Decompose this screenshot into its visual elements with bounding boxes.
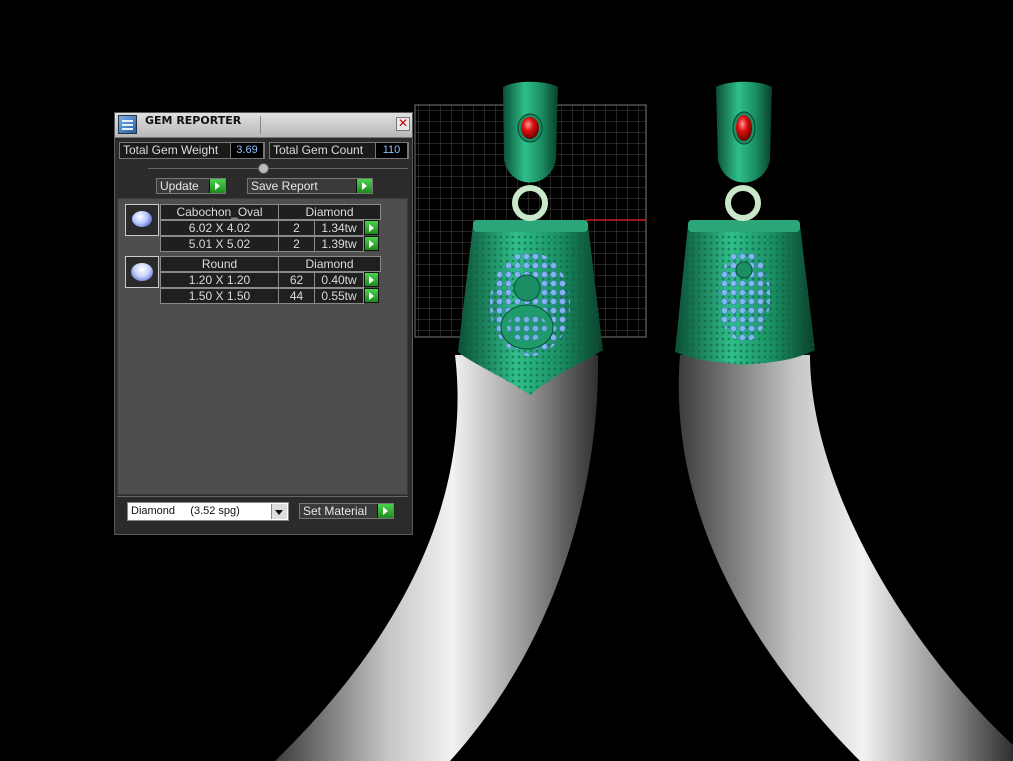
gem-reporter-panel: GEM REPORTER ✕ Total Gem Weight 3.69 Tot…	[114, 112, 413, 535]
gem-size: 1.50 X 1.50	[160, 288, 279, 304]
select-gems-go-button[interactable]	[364, 236, 379, 251]
set-material-button-label: Set Material	[303, 504, 368, 518]
chevron-down-icon[interactable]	[271, 504, 287, 519]
set-material-go-icon	[377, 504, 393, 518]
panel-splitter-handle[interactable]	[258, 163, 269, 174]
gem-count: 2	[278, 220, 315, 236]
window-title: GEM REPORTER	[145, 114, 242, 127]
gem-size: 6.02 X 4.02	[160, 220, 279, 236]
gem-material-label: Diamond	[278, 204, 381, 220]
save-report-go-icon	[356, 179, 372, 193]
material-select-value: Diamond (3.52 spg)	[131, 505, 240, 517]
bottom-separator	[117, 496, 408, 497]
save-report-button-label: Save Report	[251, 179, 318, 193]
close-button[interactable]: ✕	[396, 117, 410, 131]
gem-weight: 0.55tw	[314, 288, 364, 304]
gem-reporter-app-icon	[118, 115, 137, 134]
total-gem-count-value: 110	[375, 142, 408, 159]
title-bar[interactable]: GEM REPORTER ✕	[115, 113, 412, 138]
total-gem-weight-value: 3.69	[230, 142, 264, 159]
gem-weight: 1.39tw	[314, 236, 364, 252]
update-button-label: Update	[160, 179, 199, 193]
gem-size: 5.01 X 5.02	[160, 236, 279, 252]
round-gem-icon[interactable]	[125, 256, 159, 288]
gem-weight: 1.34tw	[314, 220, 364, 236]
oval-cabochon-gem-icon[interactable]	[125, 204, 159, 236]
gem-shape-label: Round	[160, 256, 279, 272]
gem-count: 62	[278, 272, 315, 288]
gem-material-label: Diamond	[278, 256, 381, 272]
update-go-icon	[209, 179, 225, 193]
gem-list: Cabochon_Oval Diamond 6.02 X 4.02 2 1.34…	[117, 198, 408, 495]
set-material-button[interactable]: Set Material	[299, 503, 394, 519]
gem-weight: 0.40tw	[314, 272, 364, 288]
select-gems-go-button[interactable]	[364, 220, 379, 235]
material-select[interactable]: Diamond (3.52 spg)	[127, 502, 289, 521]
gem-shape-label: Cabochon_Oval	[160, 204, 279, 220]
select-gems-go-button[interactable]	[364, 272, 379, 287]
right-pendant	[675, 81, 1013, 761]
title-separator	[260, 116, 261, 134]
gem-count: 44	[278, 288, 315, 304]
select-gems-go-button[interactable]	[364, 288, 379, 303]
gem-count: 2	[278, 236, 315, 252]
panel-splitter-line	[148, 168, 408, 169]
update-button[interactable]: Update	[156, 178, 226, 194]
gem-size: 1.20 X 1.20	[160, 272, 279, 288]
save-report-button[interactable]: Save Report	[247, 178, 373, 194]
